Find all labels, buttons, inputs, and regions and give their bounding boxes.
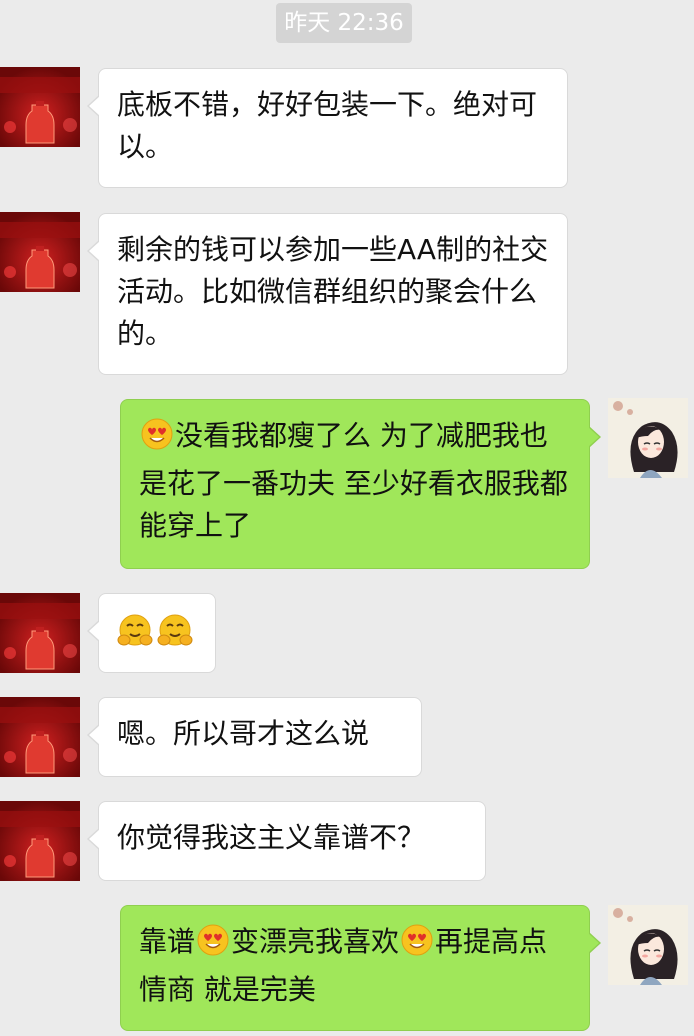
contact-avatar[interactable] [0, 212, 80, 292]
message-bubble-incoming[interactable]: 底板不错，好好包装一下。绝对可以。 [87, 68, 568, 188]
message-text: 变漂亮我喜欢 [231, 925, 400, 958]
user-avatar[interactable] [608, 398, 688, 478]
heart-eyes-emoji [140, 417, 174, 463]
message-text: 没看我都瘦了么 为了减肥我也是花了一番功夫 至少好看衣服我都能穿上了 [139, 419, 568, 542]
message-bubble-incoming[interactable]: 你觉得我这主义靠谱不？ [87, 801, 486, 881]
hug-emoji [156, 612, 194, 662]
timestamp-chip: 昨天 22:36 [276, 3, 412, 43]
contact-avatar[interactable] [0, 801, 80, 881]
contact-avatar[interactable] [0, 67, 80, 147]
message-bubble-outgoing[interactable]: 靠谱 变漂亮我喜欢 再提高点情商 就是完美 [120, 905, 601, 1031]
message-text: 靠谱 [139, 925, 196, 958]
hug-emoji [116, 612, 154, 662]
message-bubble-incoming[interactable]: 剩余的钱可以参加一些AA制的社交活动。比如微信群组织的聚会什么的。 [87, 213, 568, 375]
contact-avatar[interactable] [0, 697, 80, 777]
user-avatar[interactable] [608, 905, 688, 985]
heart-eyes-emoji [400, 923, 434, 969]
contact-avatar[interactable] [0, 593, 80, 673]
heart-eyes-emoji [196, 923, 230, 969]
message-bubble-outgoing[interactable]: 没看我都瘦了么 为了减肥我也是花了一番功夫 至少好看衣服我都能穿上了 [120, 399, 601, 569]
message-bubble-incoming[interactable] [87, 593, 216, 673]
message-bubble-incoming[interactable]: 嗯。所以哥才这么说 [87, 697, 422, 777]
